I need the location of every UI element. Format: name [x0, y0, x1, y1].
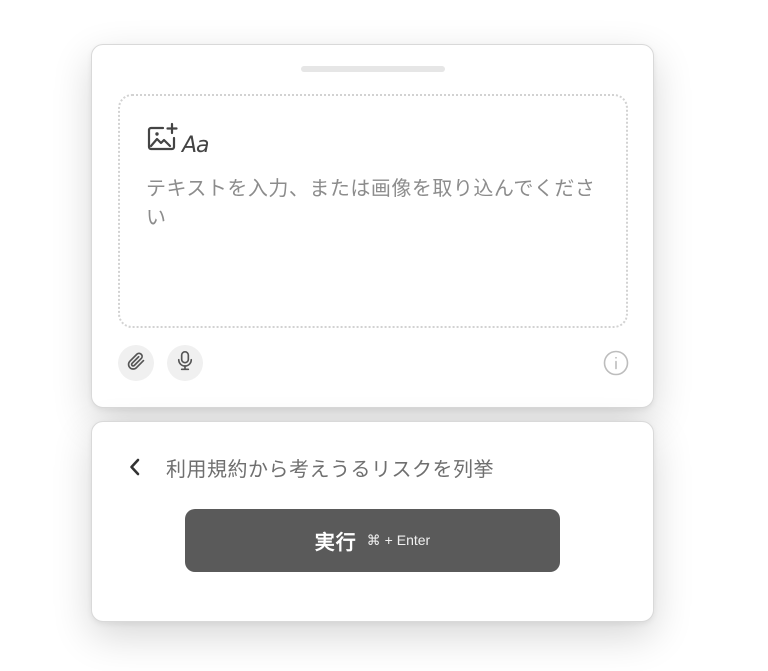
- attach-button[interactable]: [118, 345, 154, 381]
- prompt-title: 利用規約から考えうるリスクを列挙: [166, 456, 494, 481]
- paperclip-icon: [126, 351, 146, 375]
- info-button[interactable]: [603, 350, 629, 380]
- run-shortcut-hint: ⌘ + Enter: [366, 532, 431, 548]
- input-type-icons: Aa: [146, 122, 210, 158]
- microphone-icon: [175, 350, 195, 376]
- back-button[interactable]: [126, 455, 144, 479]
- input-card: Aa テキストを入力、または画像を取り込んでください: [91, 44, 654, 408]
- stage: Aa テキストを入力、または画像を取り込んでください 利用規約から考えうるリスク…: [0, 0, 768, 671]
- prompt-header: 利用規約から考えうるリスクを列挙: [126, 450, 494, 484]
- text-input-placeholder[interactable]: テキストを入力、または画像を取り込んでください: [146, 174, 608, 232]
- info-icon: [603, 350, 629, 380]
- run-button[interactable]: 実行 ⌘ + Enter: [185, 509, 560, 572]
- action-card: 利用規約から考えうるリスクを列挙 実行 ⌘ + Enter: [91, 421, 654, 622]
- microphone-button[interactable]: [167, 345, 203, 381]
- image-add-icon: [146, 122, 180, 158]
- chevron-left-icon: [130, 458, 140, 476]
- run-button-label: 実行: [314, 530, 357, 554]
- drag-handle[interactable]: [301, 66, 445, 72]
- text-aa-icon: Aa: [182, 133, 210, 158]
- input-dropzone[interactable]: Aa テキストを入力、または画像を取り込んでください: [118, 94, 628, 328]
